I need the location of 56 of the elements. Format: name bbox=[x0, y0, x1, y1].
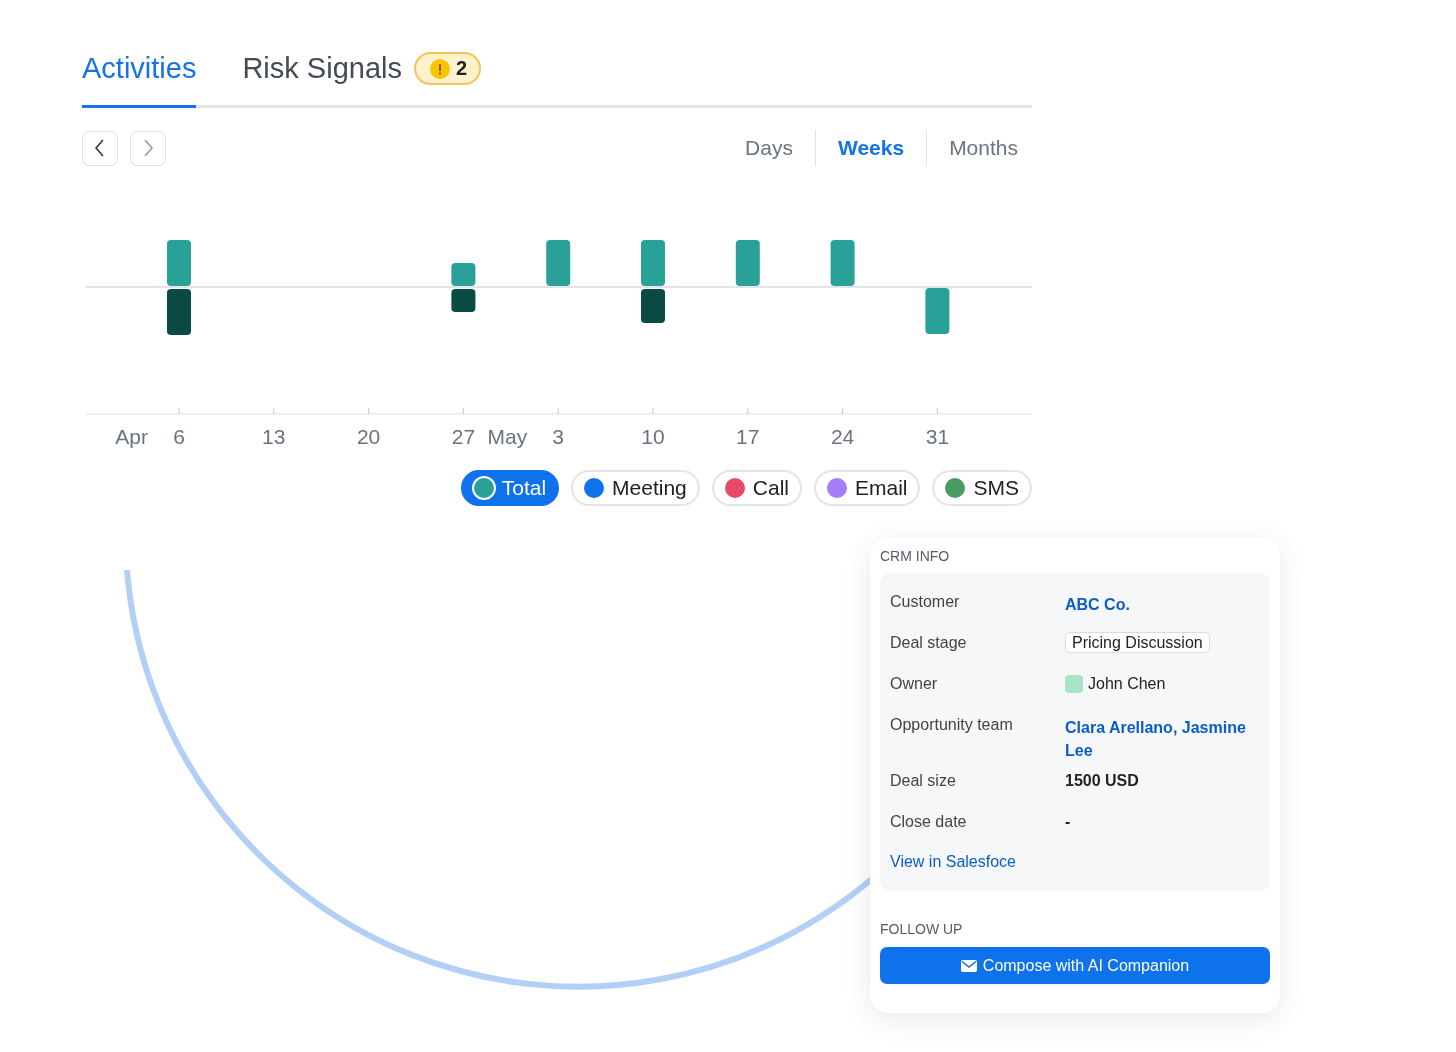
range-tab[interactable]: Days bbox=[723, 130, 815, 166]
activity-bar bbox=[641, 240, 665, 286]
field-value: - bbox=[1065, 813, 1071, 830]
axis-label: 20 bbox=[356, 425, 381, 448]
legend-filter[interactable]: Call bbox=[711, 470, 802, 506]
axis-label: 24 bbox=[830, 425, 855, 448]
owner-name: John Chen bbox=[1088, 675, 1166, 693]
field-label: Close date bbox=[890, 812, 968, 832]
salesforce-link[interactable]: View in Salesfoce bbox=[890, 844, 1260, 873]
month-label: May bbox=[487, 425, 528, 448]
mail-icon bbox=[960, 959, 977, 972]
warning-icon bbox=[430, 58, 450, 79]
activity-bar bbox=[925, 288, 950, 334]
field-label: Opportunity team bbox=[890, 715, 1014, 735]
legend-filter[interactable]: Email bbox=[813, 470, 921, 506]
axis-label: 31 bbox=[925, 425, 950, 448]
axis-label: 3 bbox=[552, 425, 565, 448]
range-tab[interactable]: Weeks bbox=[814, 130, 927, 166]
chevron-right-icon bbox=[143, 139, 153, 157]
activity-bar bbox=[830, 240, 855, 286]
avatar-icon bbox=[1065, 675, 1083, 693]
activity-bar bbox=[451, 263, 476, 286]
legend-filter[interactable]: SMS bbox=[932, 470, 1032, 506]
axis-label: 6 bbox=[173, 425, 185, 448]
section-title: CRM INFO bbox=[880, 548, 951, 564]
compose-button[interactable]: Compose with AI Companion bbox=[880, 947, 1270, 984]
previous-button[interactable] bbox=[82, 130, 118, 166]
field-label: Owner bbox=[890, 674, 939, 694]
section-title: FOLLOW UP bbox=[880, 921, 964, 937]
axis-label: 17 bbox=[736, 425, 760, 448]
field-label: Deal stage bbox=[890, 633, 968, 653]
badge-count: 2 bbox=[456, 57, 468, 80]
chevron-left-icon bbox=[95, 139, 105, 157]
range-tab[interactable]: Months bbox=[926, 130, 1032, 166]
tab-label: Activities bbox=[82, 52, 197, 85]
field-link[interactable]: ABC Co. bbox=[1065, 593, 1130, 616]
activity-bar bbox=[451, 289, 476, 312]
activity-bar bbox=[546, 240, 571, 286]
field-value: 1500 USD bbox=[1065, 772, 1139, 789]
tab-label: Risk Signals bbox=[242, 52, 402, 85]
axis-label: 10 bbox=[641, 425, 665, 448]
legend-filter[interactable]: Total bbox=[460, 470, 560, 506]
axis-label: 13 bbox=[262, 425, 286, 448]
month-label: Apr bbox=[115, 425, 148, 448]
activity-bar bbox=[735, 240, 760, 286]
legend-filter[interactable]: Meeting bbox=[571, 470, 700, 506]
activity-bar bbox=[641, 289, 665, 323]
axis-label: 27 bbox=[451, 425, 476, 448]
activity-bar bbox=[167, 289, 191, 335]
activity-bar bbox=[167, 240, 191, 286]
tab[interactable]: Risk Signals 2 bbox=[242, 52, 482, 108]
tab[interactable]: Activities bbox=[82, 52, 197, 108]
stage-tag: Pricing Discussion bbox=[1065, 632, 1210, 653]
field-link[interactable]: Clara Arellano, Jasmine Lee bbox=[1065, 716, 1255, 762]
field-label: Customer bbox=[890, 592, 961, 612]
field-label: Deal size bbox=[890, 771, 957, 791]
